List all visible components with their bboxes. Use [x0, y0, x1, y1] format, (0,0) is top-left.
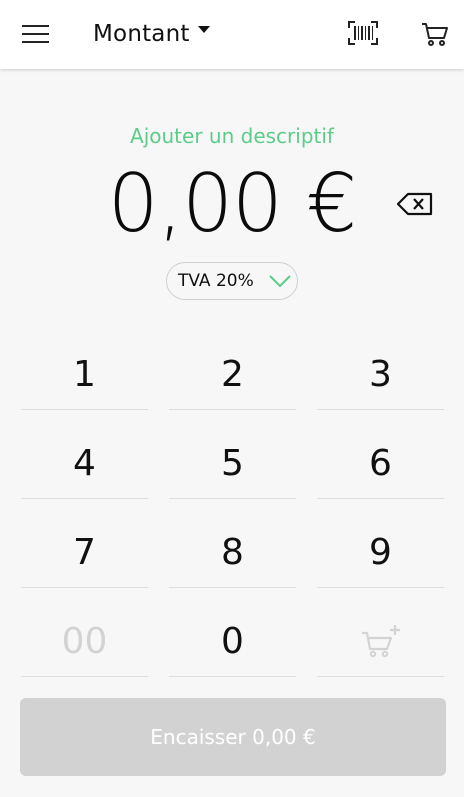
- tax-rate-selector[interactable]: TVA 20%: [166, 262, 298, 300]
- backspace-icon[interactable]: [396, 191, 434, 217]
- add-description-link[interactable]: Ajouter un descriptif: [0, 124, 464, 148]
- caret-down-icon: [197, 25, 210, 33]
- page-title: Montant: [93, 21, 190, 47]
- keypad-key-3[interactable]: 3: [317, 339, 444, 410]
- barcode-scan-icon[interactable]: [347, 20, 379, 46]
- keypad-key-4[interactable]: 4: [21, 428, 148, 499]
- hamburger-menu-icon[interactable]: [22, 24, 49, 44]
- chevron-down-icon: [269, 275, 291, 288]
- add-to-cart-button[interactable]: [317, 606, 444, 677]
- cart-plus-icon: [361, 625, 400, 658]
- top-app-bar: Montant: [0, 0, 464, 69]
- keypad-key-9[interactable]: 9: [317, 517, 444, 588]
- keypad-key-1[interactable]: 1: [21, 339, 148, 410]
- keypad-key-8[interactable]: 8: [169, 517, 296, 588]
- keypad-key-5[interactable]: 5: [169, 428, 296, 499]
- amount-display: 0,00 €: [107, 157, 357, 250]
- keypad-key-2[interactable]: 2: [169, 339, 296, 410]
- keypad-key-00[interactable]: 00: [21, 606, 148, 677]
- keypad-key-6[interactable]: 6: [317, 428, 444, 499]
- shopping-cart-icon[interactable]: [421, 21, 449, 47]
- mode-dropdown[interactable]: Montant: [93, 17, 210, 51]
- checkout-button[interactable]: Encaisser 0,00 €: [20, 698, 446, 776]
- keypad-key-7[interactable]: 7: [21, 517, 148, 588]
- tax-rate-label: TVA 20%: [178, 271, 254, 291]
- keypad-key-0[interactable]: 0: [169, 606, 296, 677]
